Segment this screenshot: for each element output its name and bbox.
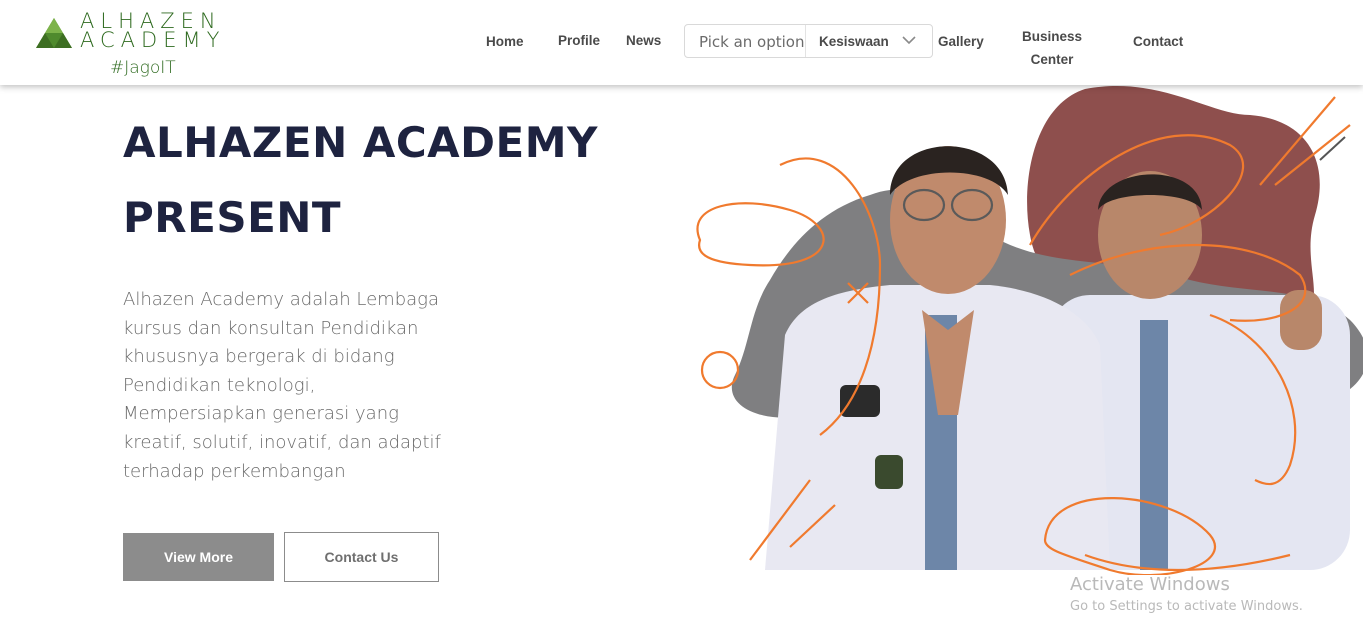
logo-wordmark: ALHAZEN ACADEMY: [80, 11, 226, 52]
hero-title-line1: ALHAZEN ACADEMY: [123, 118, 598, 167]
chevron-down-icon: [902, 36, 916, 45]
select-value: Kesiswaan: [819, 34, 889, 49]
select-placeholder: Pick an option: [699, 33, 805, 51]
category-select[interactable]: Pick an option Kesiswaan: [684, 24, 933, 58]
hero-illustration: [696, 86, 1363, 575]
logo-line-2: ACADEMY: [80, 28, 226, 52]
hero-description: Alhazen Academy adalah Lembaga kursus da…: [123, 289, 441, 482]
select-divider: [805, 25, 806, 57]
logo-tagline: #JagoIT: [110, 58, 176, 78]
hero-title-line2: PRESENT: [123, 193, 342, 242]
brand-logo[interactable]: ALHAZEN ACADEMY #JagoIT: [34, 11, 249, 82]
activate-windows-title: Activate Windows: [1070, 574, 1230, 595]
navbar: ALHAZEN ACADEMY #JagoIT Home Profile New…: [0, 0, 1363, 85]
nav-gallery[interactable]: Gallery: [938, 34, 984, 49]
nav-business-line2: Center: [1030, 52, 1074, 67]
contact-us-button[interactable]: Contact Us: [284, 532, 439, 582]
triangle-logo-icon: [36, 18, 72, 48]
nav-profile[interactable]: Profile: [558, 33, 600, 48]
nav-business-line1: Business: [1021, 29, 1083, 44]
nav-contact[interactable]: Contact: [1133, 34, 1183, 49]
nav-business-center[interactable]: Business Center: [1020, 25, 1084, 71]
nav-news[interactable]: News: [626, 33, 661, 48]
view-more-button[interactable]: View More: [123, 533, 274, 581]
nav-home[interactable]: Home: [486, 34, 524, 49]
activate-windows-subtitle: Go to Settings to activate Windows.: [1070, 599, 1303, 614]
